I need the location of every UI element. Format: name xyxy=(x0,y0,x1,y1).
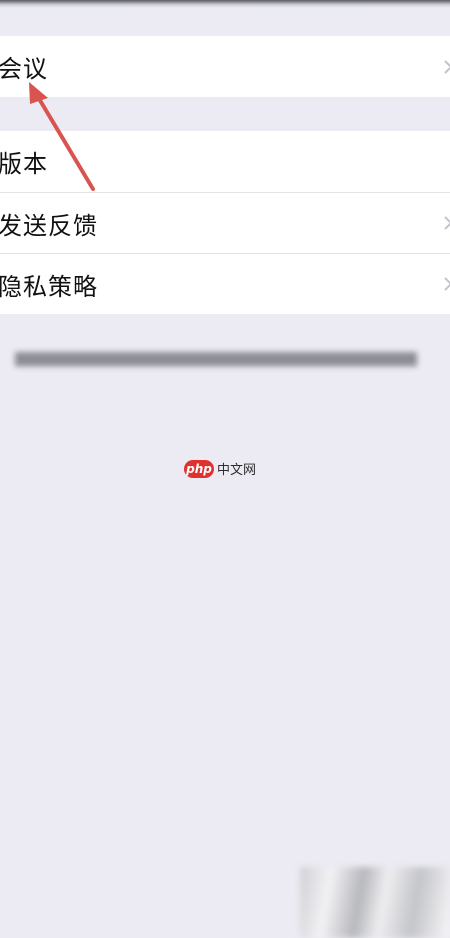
copyright-text-blurred: ████████████████████████████████████████… xyxy=(15,352,417,367)
settings-row-version: 版本 xyxy=(0,131,450,192)
watermark-text: 中文网 xyxy=(217,463,257,478)
blurred-corner-overlay xyxy=(300,867,450,938)
settings-row-meeting[interactable]: 会议 xyxy=(0,36,450,97)
settings-row-label: 会议 xyxy=(0,55,48,83)
chevron-right-icon xyxy=(444,59,450,74)
settings-row-label: 发送反馈 xyxy=(0,211,98,240)
chevron-right-icon xyxy=(444,277,450,291)
settings-group-meeting: 会议 xyxy=(0,36,450,97)
settings-row-feedback[interactable]: 发送反馈 xyxy=(0,192,450,253)
status-bar-edge xyxy=(0,0,450,8)
settings-row-label: 隐私策略 xyxy=(0,272,98,301)
settings-row-label: 版本 xyxy=(0,150,48,178)
settings-row-privacy[interactable]: 隐私策略 xyxy=(0,253,450,314)
site-watermark: php 中文网 xyxy=(184,459,256,478)
settings-group-about: 版本 发送反馈 隐私策略 xyxy=(0,131,450,314)
watermark-badge: php xyxy=(184,459,214,478)
chevron-right-icon xyxy=(444,216,450,230)
